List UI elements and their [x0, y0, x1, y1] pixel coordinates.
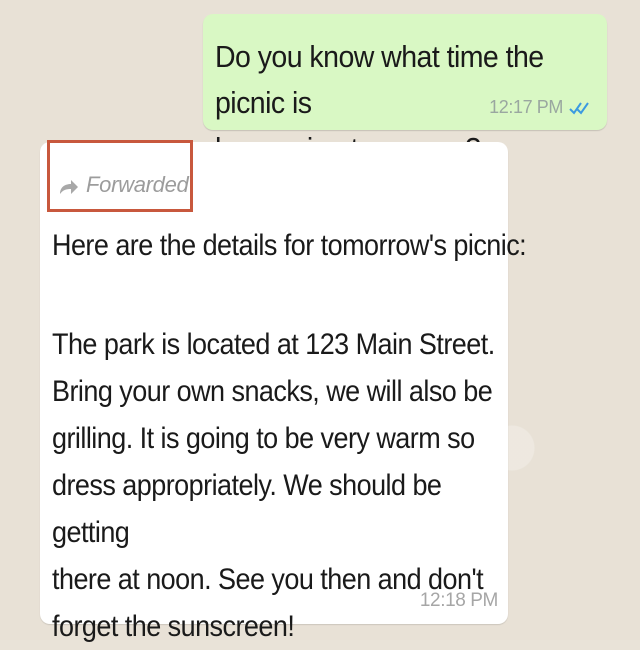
forwarded-label-row: Forwarded: [58, 172, 189, 198]
forwarded-label: Forwarded: [86, 172, 189, 197]
double-check-icon: [569, 100, 591, 116]
outgoing-message-time: 12:17 PM: [489, 97, 563, 117]
outgoing-message-meta: 12:17 PM: [489, 97, 591, 118]
incoming-message-bubble[interactable]: Here are the details for tomorrow's picn…: [40, 142, 527, 643]
outgoing-message-bubble[interactable]: Do you know what time the picnic is happ…: [203, 14, 607, 166]
incoming-message-intro: Here are the details for tomorrow's picn…: [52, 229, 527, 262]
forward-arrow-icon: [58, 176, 80, 194]
incoming-message-time: 12:18 PM: [419, 590, 499, 611]
